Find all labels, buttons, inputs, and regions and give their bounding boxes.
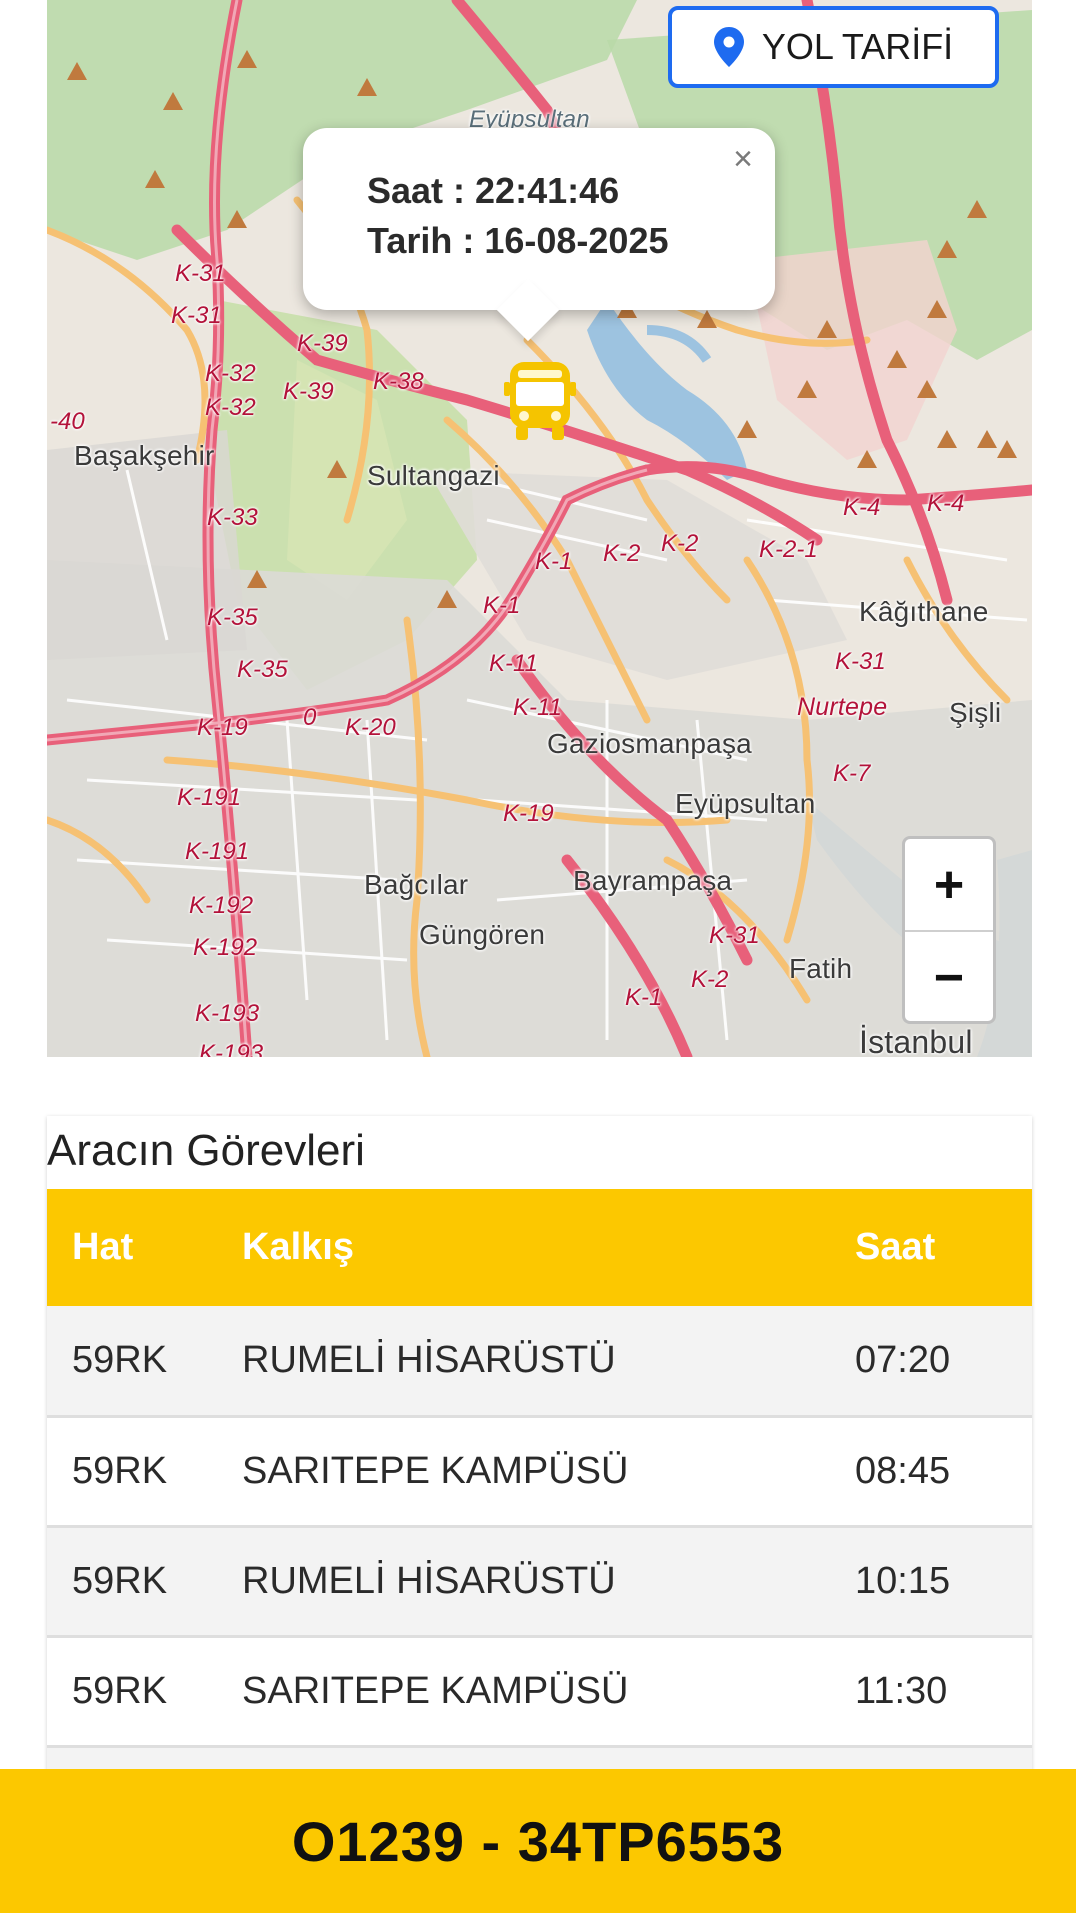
cell-line: 59RK bbox=[72, 1559, 168, 1602]
vehicle-label: O1239 - 34TP6553 bbox=[291, 1809, 785, 1873]
road-label: K-31 bbox=[709, 922, 760, 949]
table-row: 59RK SARITEPE KAMPÜSÜ 08:45 bbox=[47, 1416, 1032, 1526]
road-label: K-38 bbox=[373, 368, 424, 395]
road-label: K-35 bbox=[207, 604, 258, 631]
road-label: K-19 bbox=[197, 714, 248, 741]
cell-line: 59RK bbox=[72, 1449, 168, 1492]
zoom-controls: + − bbox=[902, 836, 996, 1024]
cell-time: 08:45 bbox=[855, 1449, 951, 1492]
road-label: K-4 bbox=[843, 494, 881, 521]
road-label: K-193 bbox=[199, 1040, 264, 1057]
directions-button[interactable]: YOL TARİFİ bbox=[668, 6, 999, 88]
road-label: K-39 bbox=[297, 330, 348, 357]
map-label-gungoren: Güngören bbox=[419, 919, 546, 950]
column-header-line: Hat bbox=[72, 1226, 134, 1268]
road-label: K-1 bbox=[483, 592, 521, 619]
road-label: K-20 bbox=[345, 714, 396, 741]
road-label: K-11 bbox=[513, 694, 562, 721]
map-view[interactable]: Eyüpsultan Başakşehir Sultangazi Kâğıtha… bbox=[47, 0, 1032, 1057]
road-label: K-32 bbox=[205, 394, 256, 421]
popup-close-button[interactable]: × bbox=[733, 142, 753, 176]
map-label-nurtepe: Nurtepe bbox=[797, 693, 888, 721]
table-row: 59RK SARITEPE KAMPÜSÜ 11:30 bbox=[47, 1636, 1032, 1746]
map-label-bagcilar: Bağcılar bbox=[364, 869, 469, 900]
cell-time: 10:15 bbox=[855, 1559, 951, 1602]
cell-departure: RUMELİ HİSARÜSTÜ bbox=[242, 1559, 616, 1602]
road-label: K-2 bbox=[603, 540, 641, 567]
road-label: K-11 bbox=[489, 650, 538, 677]
road-label: K-2-1 bbox=[759, 536, 818, 563]
road-label: K-33 bbox=[207, 504, 258, 531]
road-label: K-4 bbox=[927, 490, 965, 517]
cell-line: 59RK bbox=[72, 1338, 168, 1381]
map-label-bayrampasa: Bayrampaşa bbox=[573, 865, 733, 896]
map-label-istanbul: İstanbul bbox=[859, 1024, 973, 1057]
tasks-title: Aracın Görevleri bbox=[47, 1126, 365, 1175]
road-label: K-19 bbox=[503, 800, 554, 827]
road-label: K-1 bbox=[625, 984, 663, 1011]
column-header-departure: Kalkış bbox=[242, 1226, 354, 1268]
road-label: K-31 bbox=[175, 260, 226, 287]
map-label-basaksehir: Başakşehir bbox=[74, 440, 215, 471]
map-label-sultangazi: Sultangazi bbox=[367, 460, 500, 491]
map-label-kagithane: Kâğıthane bbox=[859, 596, 989, 627]
road-label: K-39 bbox=[283, 378, 334, 405]
zoom-out-button[interactable]: − bbox=[905, 930, 993, 1023]
vehicle-id-bar: O1239 - 34TP6553 bbox=[0, 1769, 1076, 1913]
vehicle-info-popup: Saat : 22:41:46 Tarih : 16-08-2025 × bbox=[303, 128, 775, 342]
road-label: K-192 bbox=[193, 934, 258, 961]
road-label: K-31 bbox=[171, 302, 222, 329]
bus-marker-icon[interactable] bbox=[504, 358, 576, 446]
road-label: K-1 bbox=[535, 548, 573, 575]
cell-departure: SARITEPE KAMPÜSÜ bbox=[242, 1449, 629, 1492]
cell-time: 11:30 bbox=[855, 1669, 948, 1712]
cell-time: 07:20 bbox=[855, 1338, 951, 1381]
road-label: K-2 bbox=[661, 530, 699, 557]
road-label: K-193 bbox=[195, 1000, 260, 1027]
road-label: K-35 bbox=[237, 656, 288, 683]
road-label: K-191 bbox=[185, 838, 250, 865]
cell-departure: SARITEPE KAMPÜSÜ bbox=[242, 1669, 629, 1712]
road-label: K-192 bbox=[189, 892, 254, 919]
zoom-in-button[interactable]: + bbox=[905, 839, 993, 930]
map-label-gaziosmanpasa: Gaziosmanpaşa bbox=[547, 728, 752, 759]
popup-time: Saat : 22:41:46 bbox=[367, 170, 620, 211]
road-label: K-32 bbox=[205, 360, 256, 387]
map-label-eyupsultan: Eyüpsultan bbox=[675, 788, 816, 819]
road-label: -40 bbox=[50, 408, 85, 435]
location-pin-icon bbox=[713, 27, 744, 67]
popup-date: Tarih : 16-08-2025 bbox=[367, 220, 669, 261]
directions-label: YOL TARİFİ bbox=[761, 26, 954, 67]
road-label: 0 bbox=[303, 704, 317, 731]
table-row: 59RK RUMELİ HİSARÜSTÜ 07:20 bbox=[47, 1306, 1032, 1416]
road-label: K-191 bbox=[177, 784, 242, 811]
cell-line: 59RK bbox=[72, 1669, 168, 1712]
vehicle-tasks-panel: Aracın Görevleri Hat Kalkış Saat 59RK RU… bbox=[47, 1116, 1032, 1858]
tasks-table: Hat Kalkış Saat 59RK RUMELİ HİSARÜSTÜ 07… bbox=[47, 1189, 1032, 1858]
road-label: K-7 bbox=[833, 760, 871, 787]
map-label-sisli: Şişli bbox=[949, 697, 1002, 728]
map-label-fatih: Fatih bbox=[789, 953, 853, 984]
table-row: 59RK RUMELİ HİSARÜSTÜ 10:15 bbox=[47, 1526, 1032, 1636]
road-label: K-2 bbox=[691, 966, 729, 993]
cell-departure: RUMELİ HİSARÜSTÜ bbox=[242, 1338, 616, 1381]
table-header-row: Hat Kalkış Saat bbox=[47, 1189, 1032, 1306]
road-label: K-31 bbox=[835, 648, 886, 675]
column-header-time: Saat bbox=[855, 1226, 936, 1268]
